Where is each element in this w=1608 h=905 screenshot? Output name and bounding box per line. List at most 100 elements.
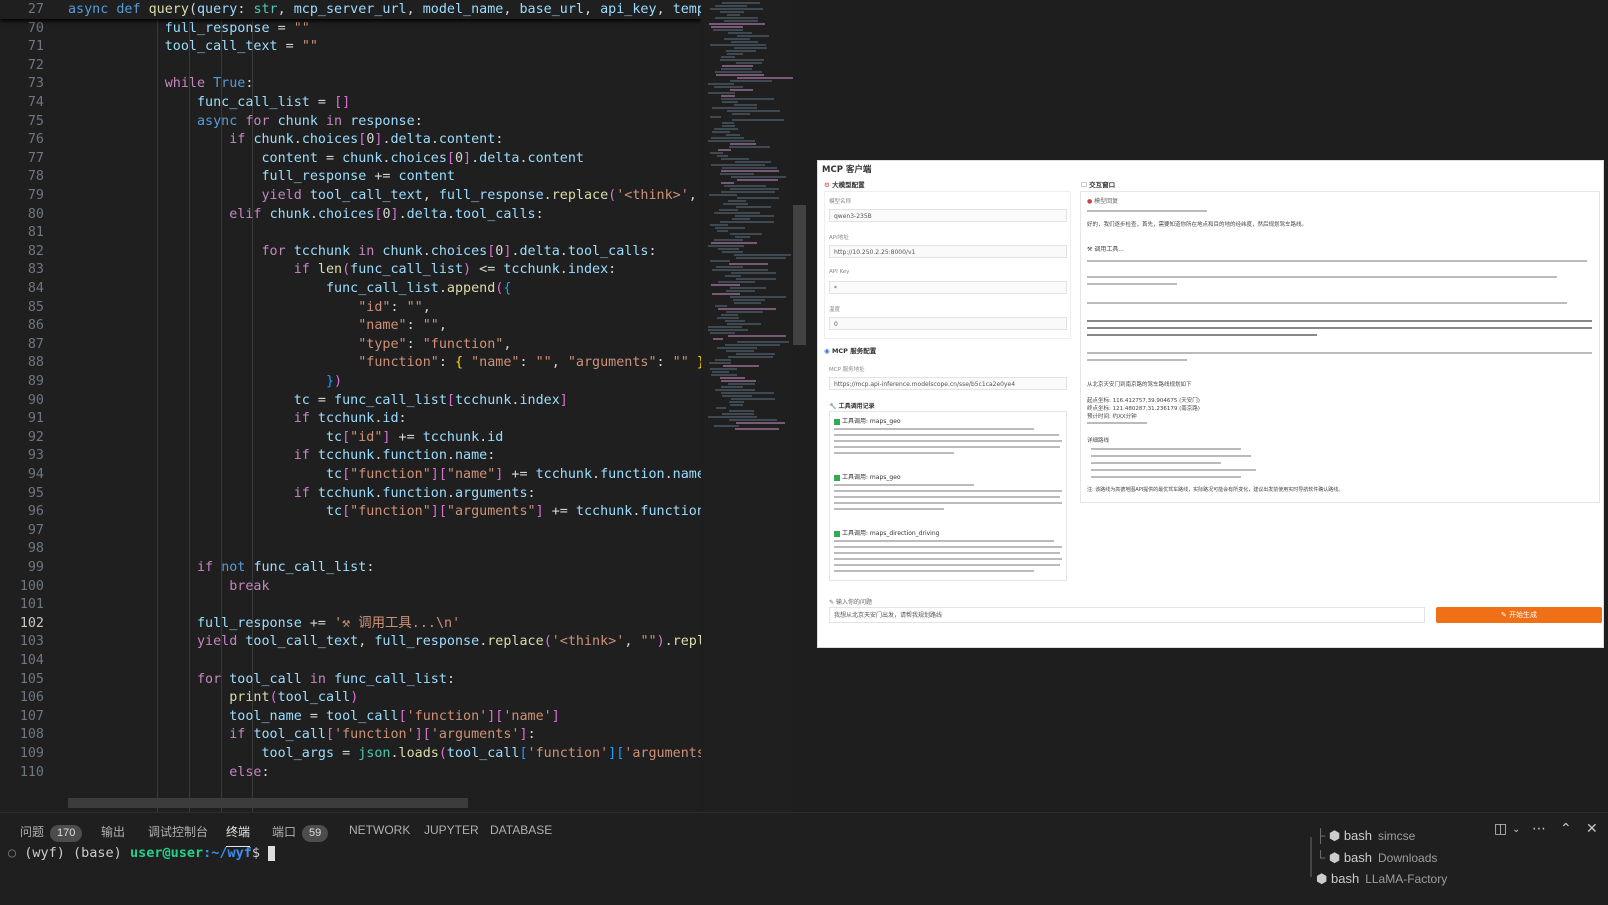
text-line <box>834 558 1062 560</box>
terminal-list-scrollbar[interactable] <box>1310 837 1312 877</box>
code-text: if tcchunk.function.name: <box>293 448 496 464</box>
code-line[interactable]: 75 async for chunk in response: <box>0 112 701 131</box>
terminal-list-item[interactable]: └ ⬢ bash Downloads <box>1316 850 1437 866</box>
code-line[interactable]: 27 async def query(query: str, mcp_server… <box>0 0 701 19</box>
text-line <box>1087 352 1592 354</box>
code-line[interactable]: 81 <box>0 223 701 242</box>
text-line <box>1087 320 1592 322</box>
code-line[interactable]: 107 tool_name = tool_call['function']['n… <box>0 707 701 726</box>
tab-debug-console[interactable]: 调试控制台 <box>148 823 208 840</box>
model-name-input[interactable]: qwen3-235B <box>829 209 1067 222</box>
tab-terminal[interactable]: 终端 <box>226 823 251 847</box>
code-text: async for chunk in response: <box>197 113 423 129</box>
code-line[interactable]: 104 <box>0 651 701 670</box>
code-line[interactable]: 92 tc["id"] += tcchunk.id <box>0 428 701 447</box>
generate-button[interactable]: ✎ 开始生成 <box>1436 607 1602 623</box>
llm-config-title-text: 大模型配置 <box>832 181 865 189</box>
minimap-slider[interactable] <box>793 205 806 345</box>
code-line[interactable]: 77 content = chunk.choices[0].delta.cont… <box>0 149 701 168</box>
code-line[interactable]: 94 tc["function"]["name"] += tcchunk.fun… <box>0 465 701 484</box>
minimap-line <box>725 344 780 346</box>
minimap-line <box>721 158 749 160</box>
minimap-line <box>729 146 770 148</box>
minimap-line <box>721 191 775 193</box>
code-line[interactable]: 109 tool_args = json.loads(tool_call['fu… <box>0 744 701 763</box>
code-line[interactable]: 74 func_call_list = [] <box>0 93 701 112</box>
code-line[interactable]: 86 "name": "", <box>0 316 701 335</box>
horizontal-scrollbar[interactable] <box>68 798 468 808</box>
code-line[interactable]: 83 if len(func_call_list) <= tcchunk.ind… <box>0 260 701 279</box>
code-line[interactable]: 70 full_response = "" <box>0 19 701 38</box>
terminal-prompt[interactable]: ○ (wyf) (base) user@user:~/wyf$ <box>8 845 276 861</box>
problems-count-badge: 170 <box>50 825 83 842</box>
tab-ports[interactable]: 端口 59 <box>272 823 329 842</box>
code-line[interactable]: 78 full_response += content <box>0 167 701 186</box>
code-editor[interactable]: 27 async def query(query: str, mcp_server… <box>0 0 701 812</box>
minimap-line <box>722 101 738 103</box>
chevron-up-icon[interactable]: ⌃ <box>1560 821 1572 837</box>
code-line[interactable]: 91 if tcchunk.id: <box>0 409 701 428</box>
code-line[interactable]: 79 yield tool_call_text, full_response.r… <box>0 186 701 205</box>
chat-output-box[interactable]: ● 模型回复 好的，我们逐步检查，首先，需要知道你所在地点和目的地的经纬度，然后… <box>1080 191 1600 503</box>
minimap-line <box>729 263 768 265</box>
code-line[interactable]: 82 for tcchunk in chunk.choices[0].delta… <box>0 242 701 261</box>
code-line[interactable]: 108 if tool_call['function']['arguments'… <box>0 725 701 744</box>
tab-jupyter[interactable]: JUPYTER <box>424 823 479 837</box>
code-line[interactable]: 87 "type": "function", <box>0 335 701 354</box>
code-line[interactable]: 80 elif chunk.choices[0].delta.tool_call… <box>0 205 701 224</box>
split-terminal-icon[interactable]: ◫ <box>1494 821 1507 837</box>
code-line[interactable]: 100 break <box>0 577 701 596</box>
text-line <box>1087 334 1317 336</box>
minimap-line <box>736 278 776 280</box>
tab-network[interactable]: NETWORK <box>349 823 410 837</box>
line-number: 109 <box>19 746 44 761</box>
code-line[interactable]: 101 <box>0 595 701 614</box>
code-line[interactable]: 88 "function": { "name": "", "arguments"… <box>0 353 701 372</box>
line-number: 106 <box>19 690 44 706</box>
tool-log-box[interactable]: 工具调用: maps_geo 工具调用: maps_geo 工具调用: maps… <box>829 411 1067 581</box>
code-text: if tcchunk.function.arguments: <box>293 485 536 501</box>
code-line[interactable]: 95 if tcchunk.function.arguments: <box>0 484 701 503</box>
code-line[interactable]: 106 print(tool_call) <box>0 688 701 707</box>
code-line[interactable]: 93 if tcchunk.function.name: <box>0 446 701 465</box>
tab-database[interactable]: DATABASE <box>490 823 552 837</box>
code-line[interactable]: 71 tool_call_text = "" <box>0 37 701 56</box>
code-line[interactable]: 103 yield tool_call_text, full_response.… <box>0 632 701 651</box>
code-line[interactable]: 110 else: <box>0 763 701 782</box>
chevron-down-icon[interactable]: ⌄ <box>1512 824 1520 835</box>
minimap-line <box>721 182 734 184</box>
code-line[interactable]: 90 tc = func_call_list[tcchunk.index] <box>0 391 701 410</box>
more-actions-icon[interactable]: ⋯ <box>1532 821 1546 837</box>
minimap-line <box>737 197 779 199</box>
code-line[interactable]: 97 <box>0 521 701 540</box>
code-line[interactable]: 76 if chunk.choices[0].delta.content: <box>0 130 701 149</box>
close-icon[interactable]: ✕ <box>1586 821 1598 837</box>
mcp-address-input[interactable]: https://mcp.api-inference.modelscope.cn/… <box>829 377 1067 390</box>
code-line[interactable]: 102 full_response += '⚒ 调用工具...\n' <box>0 614 701 633</box>
code-line[interactable]: 89 }) <box>0 372 701 391</box>
code-line[interactable]: 84 func_call_list.append({ <box>0 279 701 298</box>
api-address-input[interactable]: http://10.250.2.25:8000/v1 <box>829 245 1067 258</box>
code-line[interactable]: 73 while True: <box>0 74 701 93</box>
terminal-list-item[interactable]: ├ ⬢ bash simcse <box>1316 828 1415 844</box>
tab-problems[interactable]: 问题 170 <box>20 823 83 842</box>
line-number: 84 <box>27 281 44 296</box>
check-icon <box>834 418 840 425</box>
api-key-input[interactable]: * <box>829 281 1067 294</box>
code-line[interactable]: 72 <box>0 56 701 75</box>
code-line[interactable]: 85 "id": "", <box>0 298 701 317</box>
code-line[interactable]: 99 if not func_call_list: <box>0 558 701 577</box>
tab-output[interactable]: 输出 <box>101 823 125 840</box>
code-line[interactable]: 96 tc["function"]["arguments"] += tcchun… <box>0 502 701 521</box>
line-number: 92 <box>27 429 44 445</box>
terminal-list-item[interactable]: ⬢ bash LLaMA-Factory <box>1316 871 1447 887</box>
minimap[interactable] <box>704 0 793 812</box>
question-input[interactable]: 我想从北京天安门出发，请帮我规划路线 <box>829 607 1425 623</box>
code-line[interactable]: 105 for tool_call in func_call_list: <box>0 670 701 689</box>
text-line <box>1087 276 1557 278</box>
text-line <box>1091 469 1256 471</box>
code-line[interactable]: 98 <box>0 539 701 558</box>
temperature-input[interactable]: 0 <box>829 317 1067 330</box>
text-line <box>1087 359 1187 361</box>
minimap-line <box>708 140 755 142</box>
